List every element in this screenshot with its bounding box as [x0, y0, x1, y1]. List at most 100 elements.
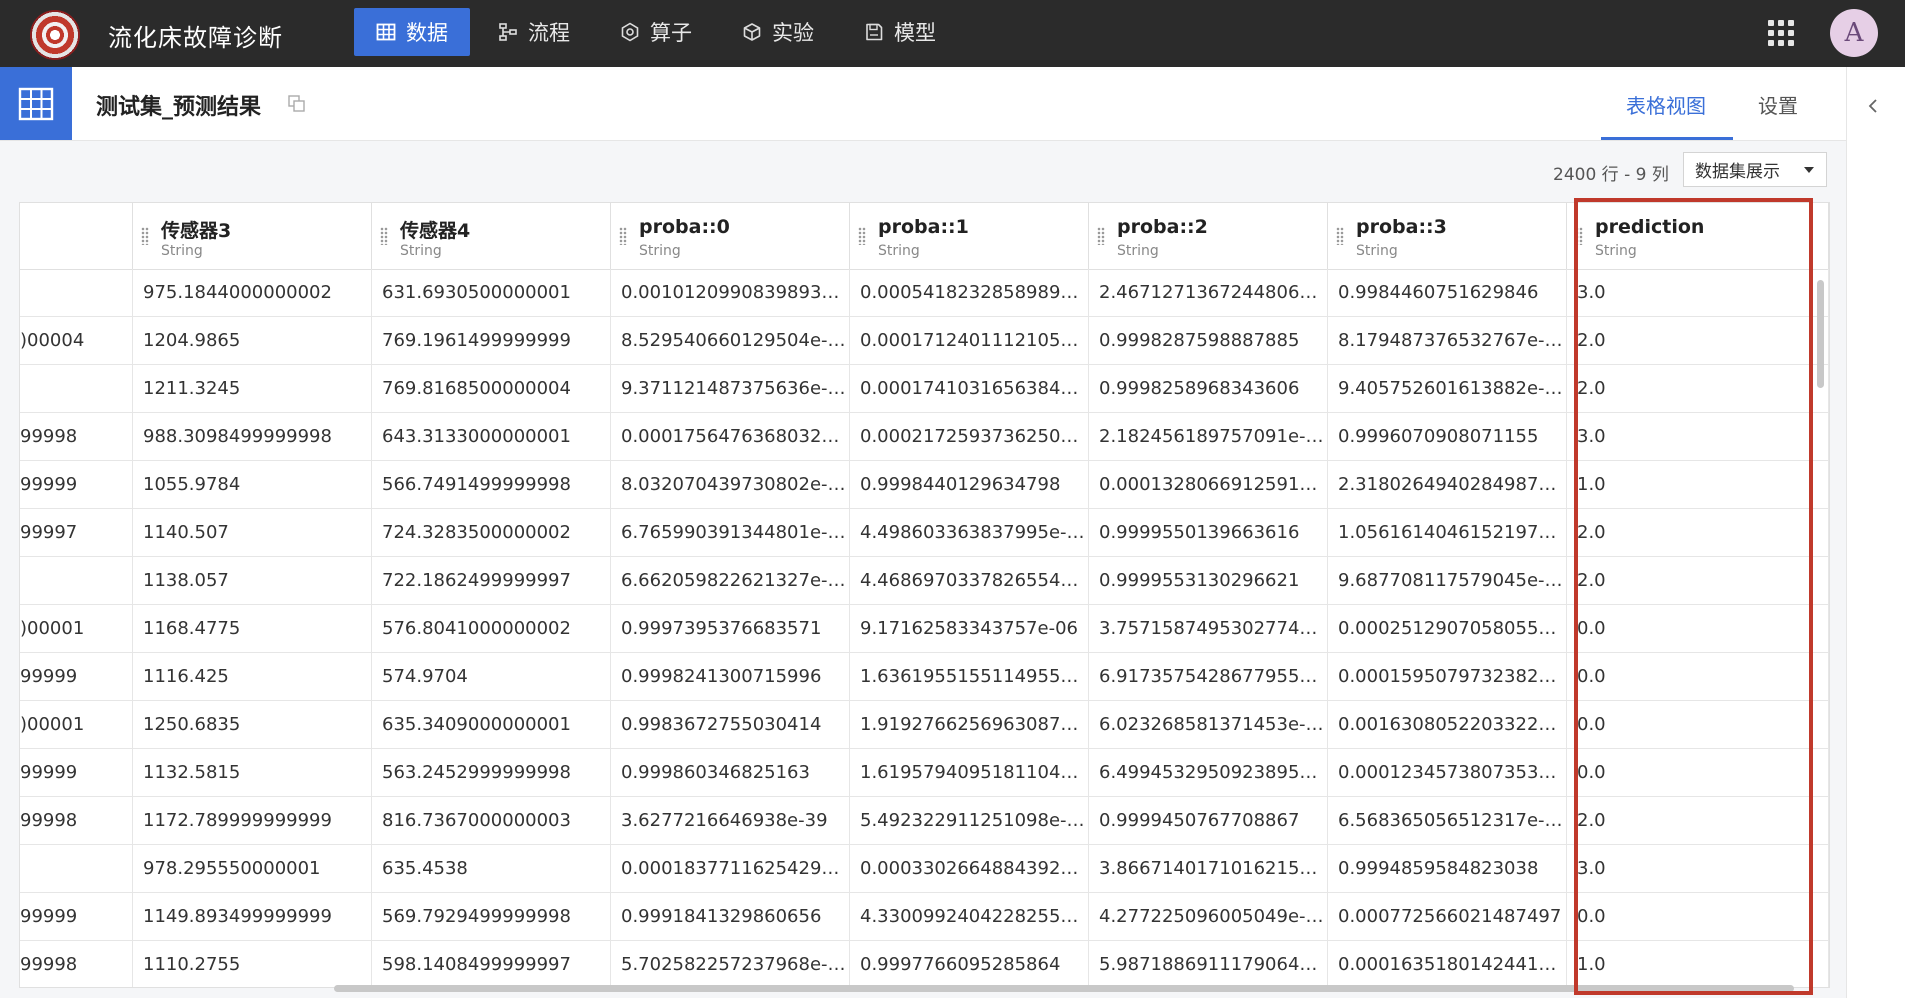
table-row[interactable]: )00004 1204.9865 769.1961499999999 8.529540…: [20, 317, 1829, 365]
table-row[interactable]: 99998 1172.789999999999 816.7367000000003 3…: [20, 797, 1829, 845]
nav-item-label: 算子: [650, 21, 692, 45]
cell-prediction: 2.0: [1567, 317, 1829, 365]
column-type: String: [161, 243, 203, 259]
cell-prediction: 0.0: [1567, 605, 1829, 653]
cell-proba0: 6.765990391344801e-40: [611, 509, 850, 557]
cell-proba3: 1.0561614046152197e-...: [1328, 509, 1567, 557]
column-header-sensor4[interactable]: 传感器4 String: [372, 203, 611, 269]
drag-handle-icon[interactable]: [141, 227, 149, 245]
cell-sensor4: 724.3283500000002: [372, 509, 611, 557]
cell-proba1: 0.000217259373625061...: [850, 413, 1089, 461]
table-row[interactable]: )00001 1168.4775 576.8041000000002 0.999739…: [20, 605, 1829, 653]
tab-settings[interactable]: 设置: [1758, 90, 1798, 119]
cell-sensor3: 1132.5815: [133, 749, 372, 797]
cell-sensor3: 1140.507: [133, 509, 372, 557]
column-header-proba0[interactable]: proba::0 String: [611, 203, 850, 269]
table-row[interactable]: 99999 1055.9784 566.7491499999998 8.0320704…: [20, 461, 1829, 509]
cell-col-0: [20, 557, 133, 605]
cell-sensor3: 1055.9784: [133, 461, 372, 509]
user-avatar[interactable]: A: [1830, 9, 1878, 57]
horizontal-scrollbar[interactable]: [334, 985, 1794, 992]
drag-handle-icon[interactable]: [1097, 227, 1105, 245]
nav-item-model[interactable]: 模型: [842, 8, 958, 56]
table-row[interactable]: )00001 1250.6835 635.3409000000001 0.998367…: [20, 701, 1829, 749]
table-row[interactable]: 99997 1140.507 724.3283500000002 6.76599039…: [20, 509, 1829, 557]
table-row[interactable]: 99999 1116.425 574.9704 0.9998241300715996 1…: [20, 653, 1829, 701]
cell-prediction: 1.0: [1567, 941, 1829, 987]
cell-sensor4: 769.1961499999999: [372, 317, 611, 365]
table-row[interactable]: 975.1844000000002 631.6930500000001 0.0010…: [20, 269, 1829, 317]
copy-icon[interactable]: [288, 95, 306, 113]
vertical-scrollbar[interactable]: [1817, 280, 1824, 388]
apps-grid-icon[interactable]: [1768, 20, 1794, 46]
column-header-proba3[interactable]: proba::3 String: [1328, 203, 1567, 269]
table-row[interactable]: 1138.057 722.1862499999997 6.6620598226213…: [20, 557, 1829, 605]
table-row[interactable]: 99999 1132.5815 563.2452999999998 0.9998603…: [20, 749, 1829, 797]
cell-prediction: 2.0: [1567, 797, 1829, 845]
cell-proba2: 2.4671271367244806e-...: [1089, 269, 1328, 317]
chevron-left-icon[interactable]: [1866, 96, 1880, 116]
cell-proba0: 0.9991841329860656: [611, 893, 850, 941]
cell-prediction: 0.0: [1567, 749, 1829, 797]
nav-item-experiment[interactable]: 实验: [720, 8, 836, 56]
column-header-prediction[interactable]: prediction String: [1567, 203, 1829, 269]
cell-proba3: 0.9996070908071155: [1328, 413, 1567, 461]
cell-sensor3: 988.3098499999998: [133, 413, 372, 461]
app-logo-icon: [30, 10, 80, 60]
nav-item-data[interactable]: 数据: [354, 8, 470, 56]
cell-proba3: 0.0016308052203322233: [1328, 701, 1567, 749]
drag-handle-icon[interactable]: [1336, 227, 1344, 245]
cell-proba0: 8.529540660129504e-38: [611, 317, 850, 365]
cell-proba1: 0.9998440129634798: [850, 461, 1089, 509]
cell-proba3: 0.9984460751629846: [1328, 269, 1567, 317]
column-name: proba::1: [878, 216, 969, 238]
view-mode-select[interactable]: 数据集展示: [1683, 152, 1827, 187]
drag-handle-icon[interactable]: [619, 227, 627, 245]
table-row[interactable]: 1211.3245 769.8168500000004 9.371121487375…: [20, 365, 1829, 413]
column-header-proba2[interactable]: proba::2 String: [1089, 203, 1328, 269]
save-icon: [864, 22, 884, 42]
drag-handle-icon[interactable]: [380, 227, 388, 245]
cell-proba1: 0.00017124011121053​96: [850, 317, 1089, 365]
nav-item-flow[interactable]: 流程: [476, 8, 592, 56]
cell-prediction: 3.0: [1567, 413, 1829, 461]
cell-proba0: 0.9983672755030414: [611, 701, 850, 749]
cell-col-0: 99998: [20, 413, 133, 461]
table-icon: [376, 22, 396, 42]
column-header-col-0[interactable]: [20, 203, 133, 269]
cell-proba1: 0.9997766095285864: [850, 941, 1089, 987]
column-name: proba::2: [1117, 216, 1208, 238]
cell-sensor3: 1149.893499999999: [133, 893, 372, 941]
cell-proba3: 9.405752601613882e-16: [1328, 365, 1567, 413]
cube-icon: [742, 22, 762, 42]
table-header-row: 传感器3 String 传感器4 String proba::0 String proba:…: [20, 203, 1829, 270]
cell-proba3: 0.000163518014244197...: [1328, 941, 1567, 987]
tab-table-view[interactable]: 表格视图: [1626, 90, 1706, 119]
cell-sensor3: 1204.9865: [133, 317, 372, 365]
table-row[interactable]: 99999 1149.893499999999 569.7929499999998 0…: [20, 893, 1829, 941]
cell-proba2: 6.9173575428677955e-...: [1089, 653, 1328, 701]
cell-sensor3: 1211.3245: [133, 365, 372, 413]
cell-proba2: 3.8667140171016215e-...: [1089, 845, 1328, 893]
cell-proba1: 1.9192766256963087e-...: [850, 701, 1089, 749]
cell-proba3: 2.3180264940284987e-...: [1328, 461, 1567, 509]
column-header-proba1[interactable]: proba::1String: [850, 203, 1089, 269]
drag-handle-icon[interactable]: [858, 227, 866, 245]
cell-proba2: 0.9998287598887885: [1089, 317, 1328, 365]
cell-sensor4: 643.3133000000001: [372, 413, 611, 461]
table-row[interactable]: 99998 988.3098499999998 643.3133000000001 0…: [20, 413, 1829, 461]
cell-sensor3: 1138.057: [133, 557, 372, 605]
cell-prediction: 2.0: [1567, 509, 1829, 557]
cell-proba0: 0.000175647636803226...: [611, 413, 850, 461]
column-type: String: [878, 243, 920, 259]
row-column-count: 2400 行 - 9 列: [1553, 165, 1669, 185]
table-row[interactable]: 99998 1110.2755 598.1408499999997 5.7025822…: [20, 941, 1829, 987]
nav-item-operator[interactable]: 算子: [598, 8, 714, 56]
cell-col-0: 99999: [20, 893, 133, 941]
dataset-type-icon: [0, 67, 72, 140]
cell-prediction: 1.0: [1567, 461, 1829, 509]
column-header-sensor3[interactable]: 传感器3 String: [133, 203, 372, 269]
cell-proba3: 0.00025129070580556​27: [1328, 605, 1567, 653]
drag-handle-icon[interactable]: [1575, 227, 1583, 245]
table-row[interactable]: 978.295550000001 635.4538 0.00018377116254…: [20, 845, 1829, 893]
